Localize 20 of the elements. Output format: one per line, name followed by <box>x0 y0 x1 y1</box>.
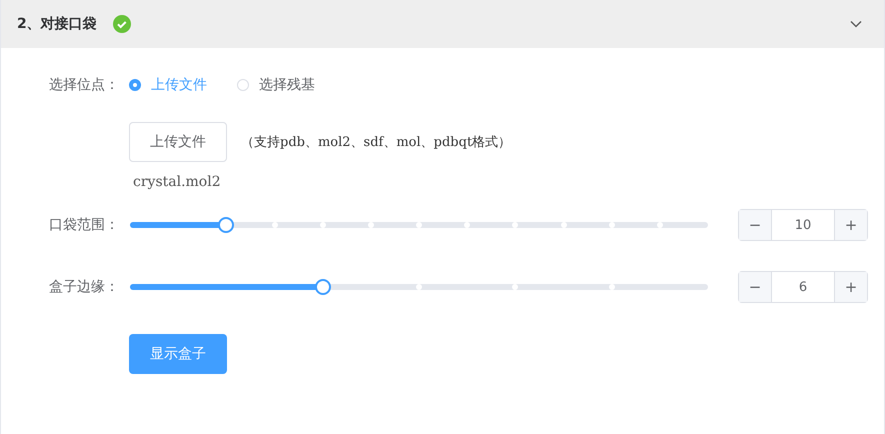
increment-button[interactable]: + <box>834 272 867 302</box>
radio-option[interactable]: 选择残基 <box>237 76 315 94</box>
upload-button[interactable]: 上传文件 <box>129 122 227 162</box>
field-label: 盒子边缘： <box>49 278 120 296</box>
slider-track[interactable] <box>130 279 708 295</box>
section-header[interactable]: 2、对接口袋 <box>1 0 884 48</box>
field-label: 口袋范围： <box>49 216 120 234</box>
field-label: 选择位点： <box>49 76 120 94</box>
decrement-button[interactable]: − <box>739 272 772 302</box>
chevron-icon[interactable] <box>850 20 862 28</box>
slider-thumb[interactable] <box>218 217 234 233</box>
slider-thumb[interactable] <box>314 279 331 295</box>
file-name: crystal.mol2 <box>133 174 222 192</box>
slider-track[interactable] <box>130 217 708 233</box>
increment-button[interactable]: + <box>834 210 867 240</box>
section-title: 2、对接口袋 <box>17 15 97 33</box>
format-hint: （支持pdb、mol2、sdf、mol、pdbqt格式） <box>241 134 512 151</box>
number-input[interactable]: − 10 + <box>738 209 868 241</box>
decrement-button[interactable]: − <box>739 210 772 240</box>
number-input[interactable]: − 6 + <box>738 271 868 303</box>
